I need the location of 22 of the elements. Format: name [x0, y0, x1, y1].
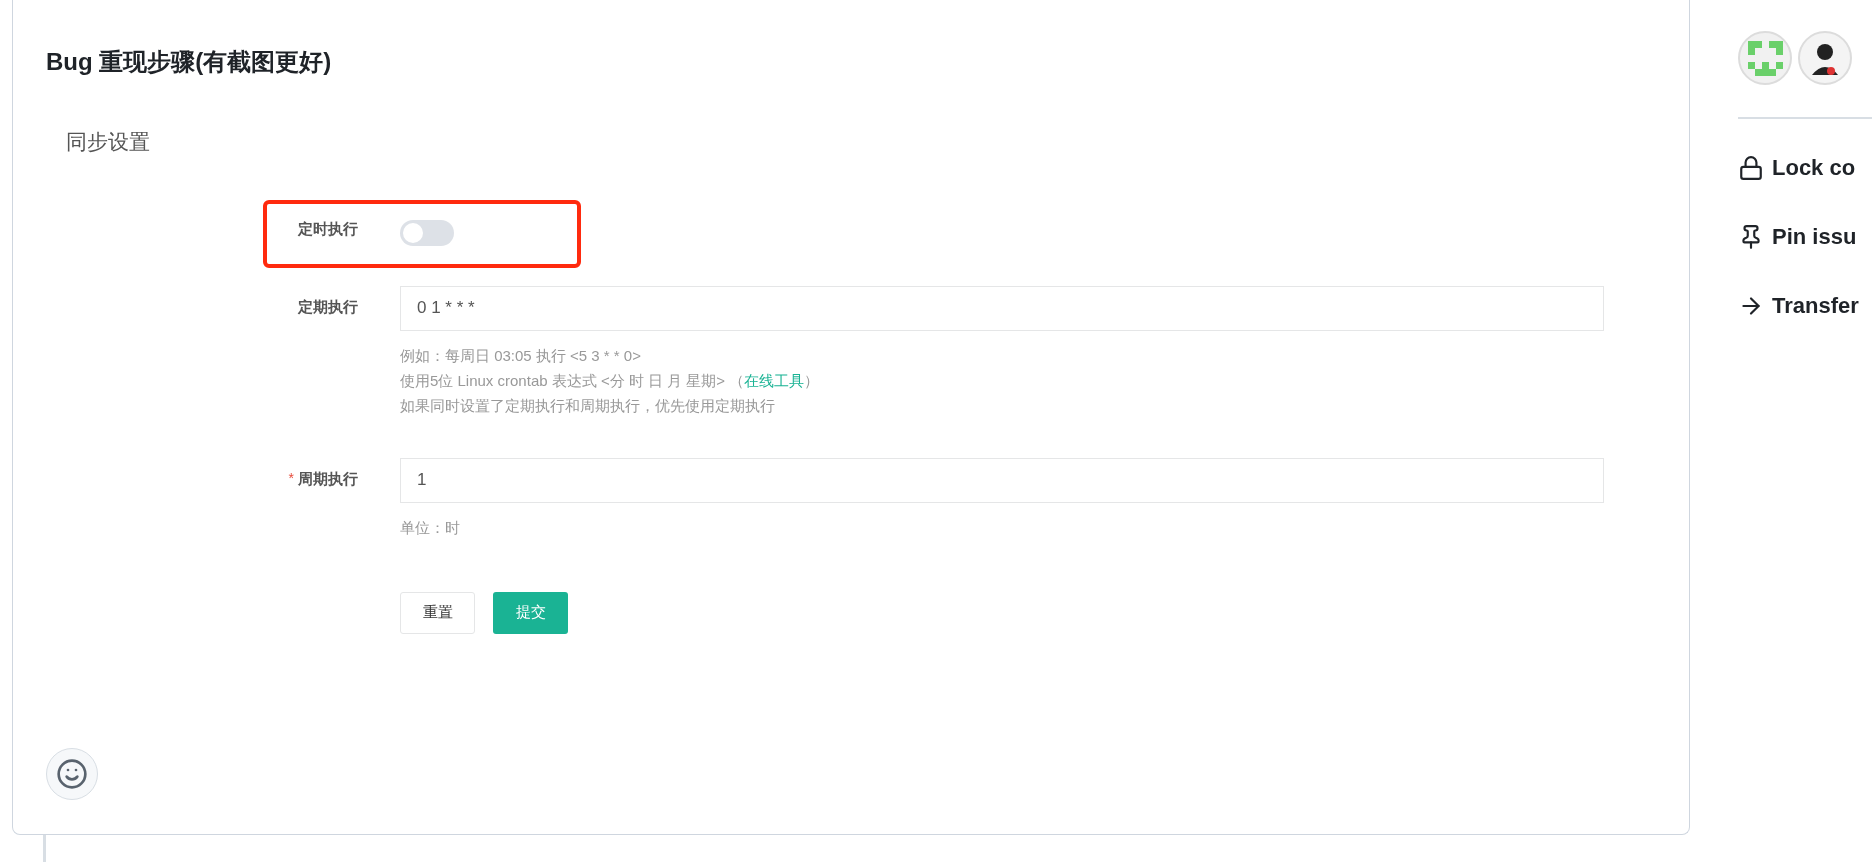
field-label: 定期执行 [298, 296, 358, 317]
required-mark: * [288, 468, 294, 488]
help-text: ） [804, 370, 820, 391]
help-text: 如果同时设置了定期执行和周期执行，优先使用定期执行 [400, 395, 776, 416]
section-title: 同步设置 [66, 129, 151, 155]
text-input[interactable]: 1 [400, 457, 1604, 503]
help-text: 例如：每周日 03:05 执行 <5 3 * * 0> [400, 345, 642, 366]
card-title: Bug 重现步骤(有截图更好) [46, 47, 333, 77]
avatar[interactable] [1798, 31, 1852, 85]
help-text: 单位：时 [400, 517, 461, 538]
field-label: 定时执行 [298, 218, 358, 239]
text-input[interactable]: 0 1 * * * [400, 285, 1604, 331]
field-label: 周期执行 [298, 468, 358, 489]
sidebar-action[interactable]: Lock co [1772, 151, 1856, 184]
smiley-icon [56, 758, 88, 790]
toggle-switch[interactable] [400, 219, 454, 246]
emoji-button[interactable] [46, 748, 98, 800]
lock-icon [1738, 154, 1764, 181]
sidebar-action[interactable]: Pin issu [1772, 220, 1857, 253]
help-text: 使用5位 Linux crontab 表达式 <分 时 日 月 星期> （ [400, 370, 745, 391]
reset-button[interactable]: 重置 [400, 591, 475, 634]
sidebar-action[interactable]: Transfer [1772, 289, 1859, 322]
